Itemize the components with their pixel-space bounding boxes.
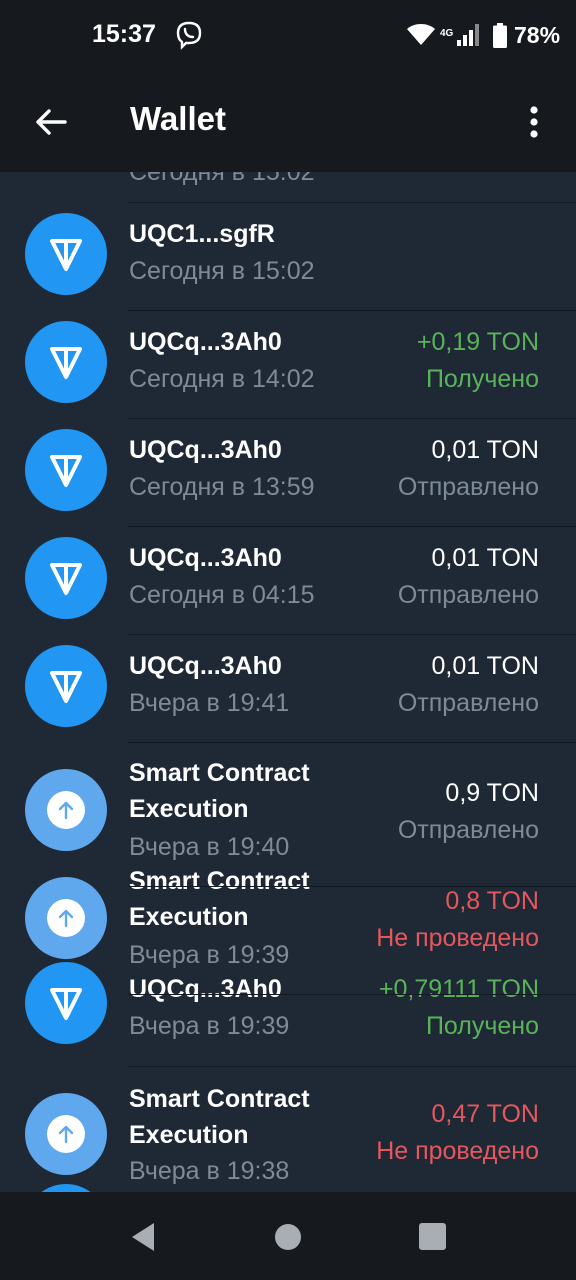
transaction-time: Сегодня в 04:15 (129, 581, 315, 609)
transaction-title: UQC1...sgfR (129, 220, 275, 248)
page-title: Wallet (130, 100, 226, 137)
transaction-amount: 0,8 TON (445, 887, 539, 915)
ton-avatar (25, 213, 107, 295)
nav-home-icon[interactable] (275, 1224, 301, 1250)
transaction-status: Получено (425, 365, 539, 393)
transaction-status: Не проведено (376, 1137, 539, 1165)
contract-avatar (25, 769, 107, 851)
transaction-time: Сегодня в 13:59 (129, 473, 315, 501)
arrow-left-icon (36, 109, 67, 135)
battery-icon (493, 23, 507, 48)
transaction-row-partial-top[interactable]: Сегодня в 15:02 (0, 172, 576, 202)
ton-avatar (25, 321, 107, 403)
ton-avatar (25, 429, 107, 511)
transaction-row[interactable]: UQCq...3Ah0 Вчера в 19:41 0,01 TON Отпра… (0, 635, 576, 743)
transaction-amount: 0,01 TON (431, 652, 539, 680)
transaction-amount: +0,79111 TON (378, 975, 539, 1003)
transaction-row[interactable]: UQCq...3Ah0 Вчера в 19:39 +0,79111 TON П… (0, 959, 576, 1067)
transaction-time: Сегодня в 15:02 (129, 172, 315, 186)
transaction-row[interactable]: UQCq...3Ah0 Сегодня в 04:15 0,01 TON Отп… (0, 527, 576, 635)
transaction-row[interactable]: UQC1...sgfR Сегодня в 15:02 (0, 203, 576, 311)
transaction-time: Сегодня в 14:02 (129, 365, 315, 393)
transaction-row[interactable]: Smart Contract Execution Вчера в 19:39 0… (0, 851, 576, 971)
signal-icon (457, 24, 479, 46)
transaction-time: Вчера в 19:41 (129, 689, 290, 717)
transaction-time: Вчера в 19:38 (129, 1157, 290, 1185)
transaction-row[interactable]: UQCq...3Ah0 Сегодня в 14:02 +0,19 TON По… (0, 311, 576, 419)
contract-avatar (25, 1093, 107, 1175)
transaction-title: Smart Contract Execution (129, 759, 310, 823)
arrow-up-icon (47, 791, 85, 829)
transaction-row[interactable]: Smart Contract Execution Вчера в 19:38 0… (0, 1067, 576, 1192)
back-button[interactable] (22, 98, 80, 146)
transaction-title: Smart Contract Execution (129, 867, 310, 931)
arrow-up-icon (47, 1115, 85, 1153)
more-vertical-icon (530, 106, 538, 138)
transaction-status: Отправлено (397, 816, 539, 844)
transaction-status: Получено (425, 1012, 539, 1040)
contract-avatar (25, 877, 107, 959)
arrow-up-icon (47, 899, 85, 937)
transaction-status: Отправлено (397, 689, 539, 717)
transaction-status: Отправлено (397, 473, 539, 501)
ton-logo-icon (50, 563, 82, 595)
battery-percent: 78% (514, 22, 561, 48)
transaction-title: UQCq...3Ah0 (129, 544, 282, 572)
transaction-time: Сегодня в 15:02 (129, 257, 315, 285)
transaction-status: Отправлено (397, 581, 539, 609)
transaction-amount: 0,01 TON (431, 436, 539, 464)
transaction-list[interactable]: Сегодня в 15:02 UQC1...sgfR Сегодня в 15… (0, 172, 576, 1192)
transaction-title: Smart Contract Execution (129, 1085, 310, 1149)
transaction-title: UQCq...3Ah0 (129, 652, 282, 680)
transaction-title: UQCq...3Ah0 (129, 975, 282, 1003)
app-bar: Wallet (0, 72, 576, 172)
wifi-icon (407, 24, 435, 45)
nav-back-icon[interactable] (130, 1222, 156, 1252)
transaction-title: UQCq...3Ah0 (129, 436, 282, 464)
more-options-button[interactable] (512, 98, 556, 146)
nav-recents-icon[interactable] (419, 1223, 446, 1250)
transaction-status: Не проведено (376, 924, 539, 952)
status-bar: 15:37 4G 78% (0, 0, 576, 72)
ton-avatar (25, 962, 107, 1044)
transaction-title: UQCq...3Ah0 (129, 328, 282, 356)
transaction-amount: +0,19 TON (416, 328, 539, 356)
network-type: 4G (440, 28, 454, 39)
divider (128, 886, 576, 887)
divider (128, 994, 576, 995)
status-time: 15:37 (92, 20, 156, 48)
ton-logo-icon (50, 239, 82, 271)
ton-logo-icon (50, 455, 82, 487)
ton-logo-icon (50, 988, 82, 1020)
viber-icon (176, 21, 202, 50)
ton-avatar (25, 645, 107, 727)
transaction-amount: 0,01 TON (431, 544, 539, 572)
transaction-amount: 0,47 TON (431, 1100, 539, 1128)
ton-logo-icon (50, 347, 82, 379)
transaction-amount: 0,9 TON (445, 779, 539, 807)
ton-logo-icon (50, 671, 82, 703)
transaction-time: Вчера в 19:39 (129, 1012, 290, 1040)
ton-avatar (25, 537, 107, 619)
transaction-row[interactable]: UQCq...3Ah0 Сегодня в 13:59 0,01 TON Отп… (0, 419, 576, 527)
